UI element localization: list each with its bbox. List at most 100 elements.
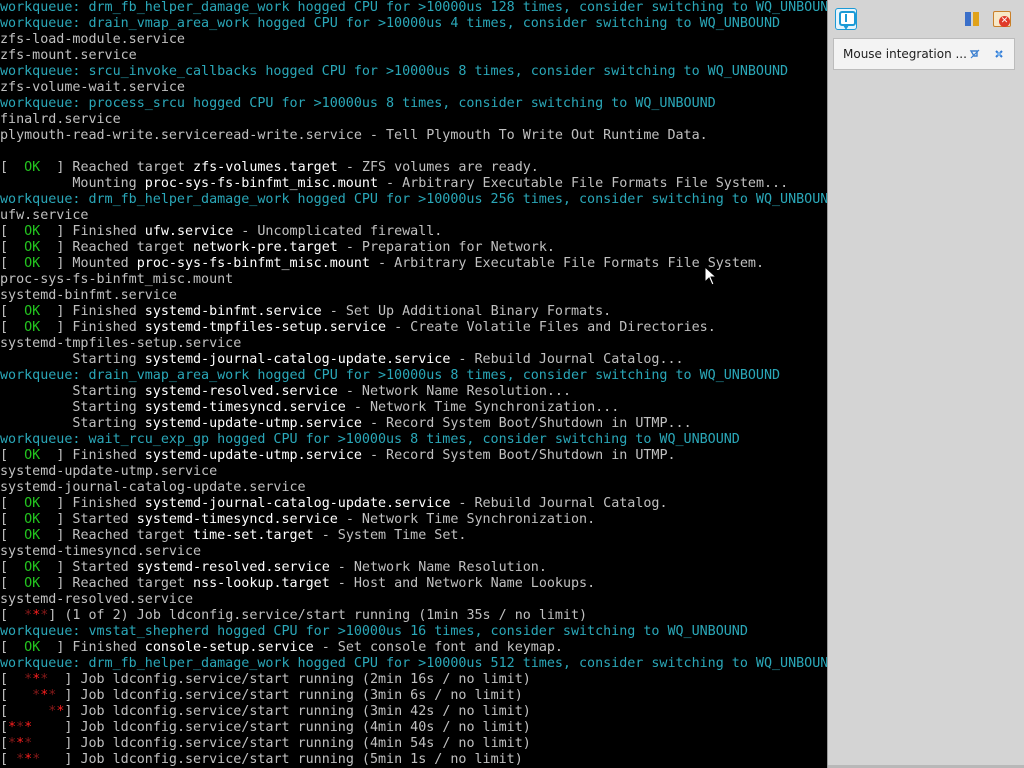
mouse-integration-icon[interactable] xyxy=(969,48,981,60)
console-text: workqueue: drm_fb_helper_damage_work hog… xyxy=(0,192,828,207)
status-ok: OK xyxy=(24,528,41,543)
console-text: - Host and Network Name Lookups. xyxy=(329,576,596,591)
console-line: [*** ] Job ldconfig.service/start runnin… xyxy=(0,736,531,752)
console-text: systemd-timesyncd.service xyxy=(0,544,202,559)
console-line: [ ***] (1 of 2) Job ldconfig.service/sta… xyxy=(0,608,587,624)
restore-window-icon[interactable] xyxy=(962,8,984,30)
unit-name: proc-sys-fs-binfmt_misc.mount xyxy=(144,176,378,191)
console-line: proc-sys-fs-binfmt_misc.mount xyxy=(0,272,233,288)
console-text: - Record System Boot/Shutdown in UTMP. xyxy=(361,448,676,463)
console-line: workqueue: drm_fb_helper_damage_work hog… xyxy=(0,192,828,208)
console-text: * xyxy=(24,608,33,623)
console-text: - Rebuild Journal Catalog... xyxy=(450,352,684,367)
console-text: [ xyxy=(0,720,9,735)
speech-bubble-icon[interactable] xyxy=(835,8,857,30)
status-ok: OK xyxy=(24,496,41,511)
console-line: workqueue: srcu_invoke_callbacks hogged … xyxy=(0,64,788,80)
boot-console: workqueue: drm_fb_helper_damage_work hog… xyxy=(0,0,828,768)
console-text: systemd-update-utmp.service xyxy=(0,464,218,479)
console-text: - Network Time Synchronization... xyxy=(345,400,620,415)
console-line: workqueue: drain_vmap_area_work hogged C… xyxy=(0,16,780,32)
console-text: [ xyxy=(0,640,25,655)
dismiss-icon[interactable] xyxy=(993,48,1005,60)
console-text: [ xyxy=(0,304,25,319)
console-line: [ OK ] Finished systemd-update-utmp.serv… xyxy=(0,448,676,464)
console-line: workqueue: drm_fb_helper_damage_work hog… xyxy=(0,0,828,16)
console-text: * xyxy=(16,752,25,767)
console-line: Mounting proc-sys-fs-binfmt_misc.mount -… xyxy=(0,176,788,192)
console-text: ] Job ldconfig.service/start running (4m… xyxy=(32,720,531,735)
unit-name: systemd-journal-catalog-update.service xyxy=(144,496,451,511)
console-text: [ xyxy=(0,448,25,463)
console-text: ] Started xyxy=(40,512,137,527)
status-ok: OK xyxy=(24,560,41,575)
console-text: systemd-journal-catalog-update.service xyxy=(0,480,306,495)
console-text: [ xyxy=(0,752,17,767)
console-text: workqueue: vmstat_shepherd hogged CPU fo… xyxy=(0,624,748,639)
console-text: [ xyxy=(0,576,25,591)
console-text: - Preparation for Network. xyxy=(337,240,555,255)
unit-name: proc-sys-fs-binfmt_misc.mount xyxy=(136,256,370,271)
console-text: Starting xyxy=(0,400,145,415)
console-line: [ OK ] Mounted proc-sys-fs-binfmt_misc.m… xyxy=(0,256,764,272)
status-ok: OK xyxy=(24,160,41,175)
console-text: - Network Name Resolution... xyxy=(337,384,571,399)
console-text: ] Job ldconfig.service/start running (5m… xyxy=(40,752,523,767)
unit-name: systemd-resolved.service xyxy=(136,560,330,575)
console-text: [ xyxy=(0,240,25,255)
console-line: [ OK ] Finished systemd-tmpfiles-setup.s… xyxy=(0,320,716,336)
console-line: [ OK ] Finished ufw.service - Uncomplica… xyxy=(0,224,442,240)
console-text: ] Job ldconfig.service/start running (2m… xyxy=(48,672,531,687)
console-line: [ OK ] Finished console-setup.service - … xyxy=(0,640,563,656)
console-line: Starting systemd-resolved.service - Netw… xyxy=(0,384,571,400)
console-text: systemd-binfmt.service xyxy=(0,288,177,303)
console-text: ] Finished xyxy=(40,448,145,463)
console-line: workqueue: vmstat_shepherd hogged CPU fo… xyxy=(0,624,748,640)
console-line: [ OK ] Finished systemd-binfmt.service -… xyxy=(0,304,611,320)
console-line: ufw.service xyxy=(0,208,88,224)
console-text: [ xyxy=(0,256,25,271)
console-text: ] Job ldconfig.service/start running (3m… xyxy=(56,688,523,703)
console-text: Starting xyxy=(0,384,145,399)
console-text: [ xyxy=(0,736,9,751)
console-text: - Record System Boot/Shutdown in UTMP... xyxy=(361,416,692,431)
console-text: - Create Volatile Files and Directories. xyxy=(386,320,716,335)
console-text: workqueue: drm_fb_helper_damage_work hog… xyxy=(0,0,828,15)
console-text: * xyxy=(24,672,33,687)
console-text: - Set console font and keymap. xyxy=(313,640,563,655)
console-text: systemd-tmpfiles-setup.service xyxy=(0,336,242,351)
console-text: finalrd.service xyxy=(0,112,121,127)
console-text: proc-sys-fs-binfmt_misc.mount xyxy=(0,272,234,287)
console-line: systemd-timesyncd.service xyxy=(0,544,201,560)
console-line: [*** ] Job ldconfig.service/start runnin… xyxy=(0,720,531,736)
console-text: ] Finished xyxy=(40,320,145,335)
mouse-integration-notification[interactable]: Mouse integration ... xyxy=(833,38,1015,70)
console-text: - Uncomplicated firewall. xyxy=(233,224,443,239)
status-ok: OK xyxy=(24,640,41,655)
console-text: ] Reached target xyxy=(40,528,194,543)
console-line: [ **] Job ldconfig.service/start running… xyxy=(0,704,531,720)
status-ok: OK xyxy=(24,224,41,239)
status-ok: OK xyxy=(24,576,41,591)
console-text: * xyxy=(8,736,17,751)
status-ok: OK xyxy=(24,512,41,527)
close-window-icon[interactable]: ✕ xyxy=(991,8,1013,30)
console-text: workqueue: drain_vmap_area_work hogged C… xyxy=(0,368,781,383)
console-line: [ OK ] Started systemd-resolved.service … xyxy=(0,560,547,576)
unit-name: zfs-volumes.target xyxy=(193,160,338,175)
console-line: zfs-load-module.service xyxy=(0,32,185,48)
console-text: ] Job ldconfig.service/start running (4m… xyxy=(32,736,531,751)
console-line: systemd-update-utmp.service xyxy=(0,464,217,480)
console-text: * xyxy=(32,688,41,703)
status-ok: OK xyxy=(24,304,41,319)
console-line: plymouth-read-write.serviceread-write.se… xyxy=(0,128,708,144)
unit-name: systemd-binfmt.service xyxy=(144,304,322,319)
console-text: Mounting xyxy=(0,176,145,191)
console-text: [ xyxy=(0,560,25,575)
console-line: systemd-tmpfiles-setup.service xyxy=(0,336,241,352)
console-text: * xyxy=(24,736,33,751)
notification-text: Mouse integration ... xyxy=(843,47,967,61)
console-line: [ OK ] Started systemd-timesyncd.service… xyxy=(0,512,595,528)
console-text: [ xyxy=(0,704,49,719)
console-text: ] Mounted xyxy=(40,256,137,271)
